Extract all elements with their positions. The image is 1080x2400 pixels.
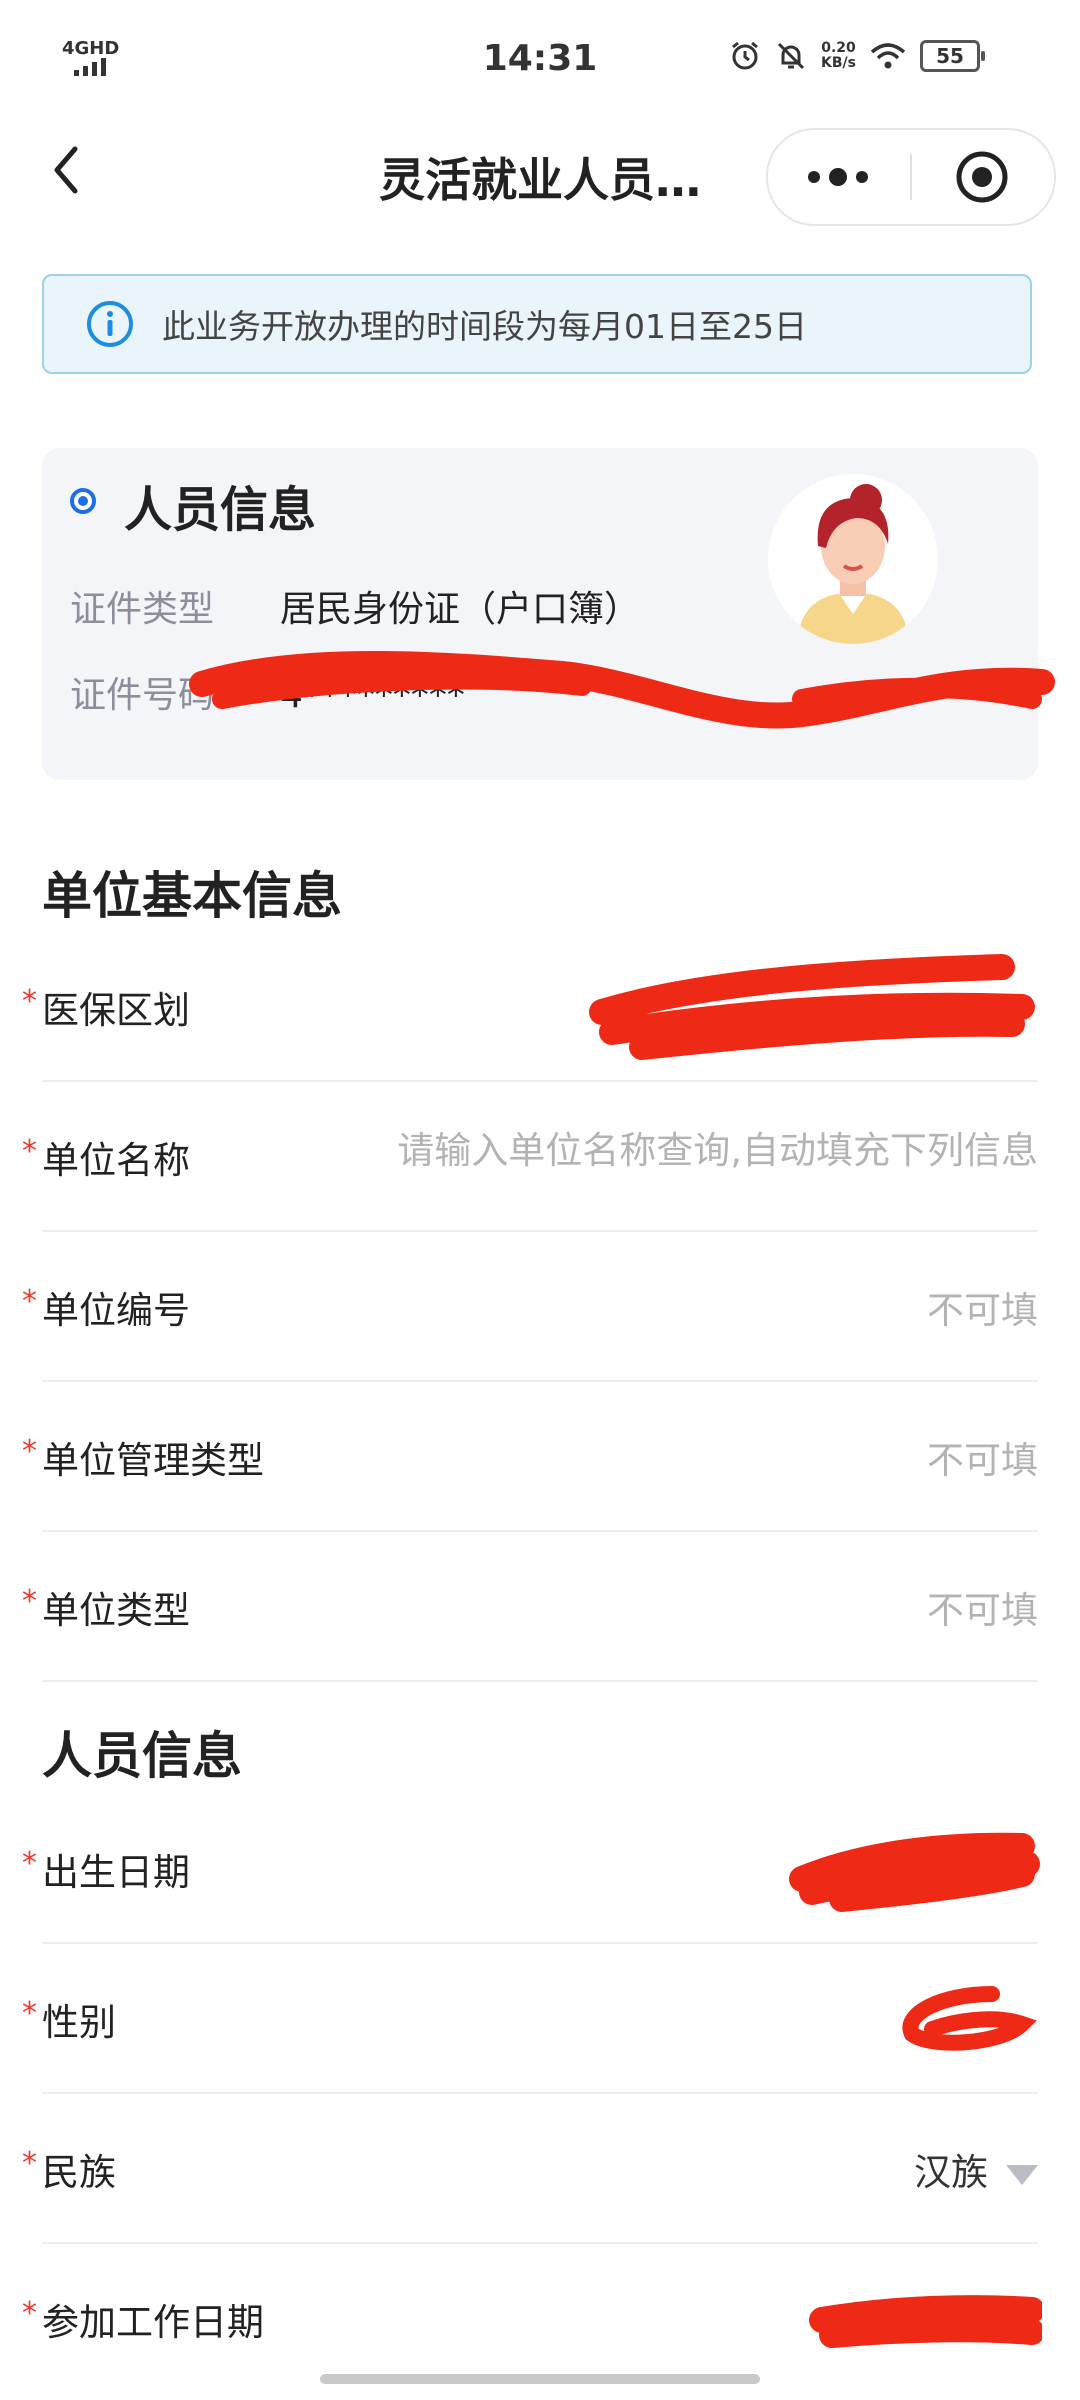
redaction-mark [789,1832,1040,1912]
required-mark: * [22,1846,37,1881]
required-mark: * [22,1284,37,1319]
form-row-unit-management-type: * 单位管理类型 不可填 [22,1382,1038,1532]
notice-text: 此业务开放办理的时间段为每月01日至25日 [162,307,807,346]
id-type-value: 居民身份证（户口簿） [280,589,641,630]
form-row-ethnicity[interactable]: * 民族 汉族 [22,2094,1038,2244]
miniprogram-capsule [766,128,1056,226]
battery-icon: 55 [920,40,985,72]
unit-management-type-label: 单位管理类型 [42,1439,264,1482]
dropdown-caret-icon [1006,2164,1038,2185]
birth-date-label: 出生日期 [42,1851,190,1894]
required-mark: * [22,984,37,1019]
redaction-mark [902,1986,1037,2051]
avatar [768,474,938,644]
form-row-birth-date[interactable]: * 出生日期 [22,1794,1040,1944]
form-row-unit-number: * 单位编号 不可填 [22,1232,1038,1382]
ethnicity-value: 汉族 [914,2151,988,2194]
unit-name-input[interactable] [338,1120,1038,1180]
form-row-unit-type: * 单位类型 不可填 [22,1532,1038,1682]
mute-bell-icon [777,42,805,70]
form-row-medical-region[interactable]: * 医保区划 [22,932,1038,1082]
page-title: 灵活就业人员… [379,153,701,207]
person-avatar-icon [768,474,938,644]
capsule-divider [910,154,912,200]
more-dots-icon [808,168,868,186]
status-bar: 4GHD 14:31 0.20 KB/s 55 [0,0,1080,120]
redaction-mark [189,651,1055,729]
required-mark: * [22,2146,37,2181]
required-mark: * [22,1134,37,1169]
gender-label: 性别 [42,2001,116,2044]
alarm-icon [732,41,758,70]
speed-unit: KB/s [821,55,856,71]
medical-region-label: 医保区划 [42,989,190,1032]
page: 4GHD 14:31 0.20 KB/s 55 灵活就业人员… 此业务开放办理的… [0,0,1080,2400]
id-type-label: 证件类型 [70,589,215,630]
chevron-left-icon [54,146,78,194]
speed-value: 0.20 [821,40,856,56]
more-button[interactable] [788,142,888,212]
required-mark: * [22,1584,37,1619]
redaction-mark [809,2295,1042,2348]
section-dot-icon [70,488,96,514]
id-type-row: 证件类型 居民身份证（户口簿） [70,580,640,632]
required-mark: * [22,2296,37,2331]
unit-management-type-value: 不可填 [927,1439,1038,1482]
back-button[interactable] [36,140,96,200]
info-icon [87,301,133,347]
required-mark: * [22,1434,37,1469]
unit-type-label: 单位类型 [42,1589,190,1632]
unit-name-label: 单位名称 [42,1139,190,1182]
target-close-icon [956,151,1008,203]
required-mark: * [22,1996,37,2031]
person-info-card: 人员信息 证件类型 居民身份证（户口簿） 证件号码 4********* [42,448,1055,780]
home-indicator[interactable] [320,2374,760,2384]
wifi-icon [870,43,906,69]
notice-banner: 此业务开放办理的时间段为每月01日至25日 [42,274,1032,374]
person-section-title: 人员信息 [42,1727,242,1785]
nav-bar: 灵活就业人员… [0,120,1080,226]
close-miniprogram-button[interactable] [932,142,1032,212]
unit-type-value: 不可填 [927,1589,1038,1632]
status-icons: 0.20 KB/s 55 [729,40,985,72]
form-row-work-start-date[interactable]: * 参加工作日期 [22,2244,1042,2394]
form-row-unit-name: * 单位名称 [22,1082,1038,1232]
unit-number-label: 单位编号 [42,1289,190,1332]
unit-section-title: 单位基本信息 [42,867,342,925]
form-row-gender[interactable]: * 性别 [22,1944,1038,2094]
network-speed: 0.20 KB/s [821,41,856,71]
ethnicity-label: 民族 [42,2151,116,2194]
unit-number-value: 不可填 [927,1289,1038,1332]
card-title: 人员信息 [124,482,317,538]
ethnicity-select[interactable]: 汉族 [914,2142,1038,2196]
work-start-date-label: 参加工作日期 [42,2301,264,2344]
redaction-mark [589,954,1035,1060]
